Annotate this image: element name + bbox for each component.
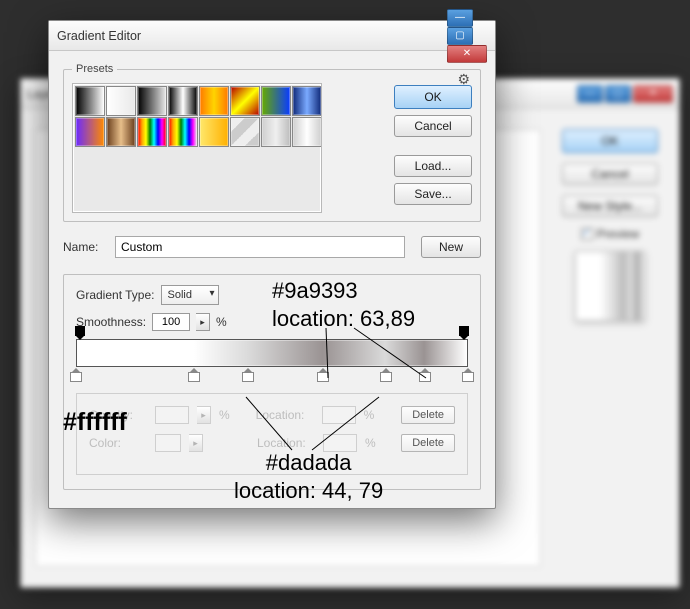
color-stepper: ▸	[189, 434, 203, 452]
minimize-icon[interactable]: —	[447, 9, 473, 27]
opacity-stop[interactable]	[74, 326, 86, 338]
preset-swatch[interactable]	[261, 117, 291, 147]
presets-group: Presets ⚙ OK Cancel Load... Save...	[63, 63, 481, 222]
gradient-strip[interactable]	[76, 339, 468, 367]
back-preview-checkbox[interactable]: Preview	[581, 227, 640, 241]
location-label: Location:	[256, 408, 314, 422]
close-icon[interactable]: ✕	[633, 85, 673, 103]
opacity-stop[interactable]	[458, 326, 470, 338]
smoothness-stepper[interactable]: ▸	[196, 313, 210, 331]
maximize-icon[interactable]: ▢	[447, 27, 473, 45]
preset-swatch[interactable]	[168, 117, 198, 147]
preset-swatch[interactable]	[75, 117, 105, 147]
delete-opacity-button[interactable]: Delete	[401, 406, 455, 424]
preset-swatch[interactable]	[168, 86, 198, 116]
type-select[interactable]: Solid	[161, 285, 219, 305]
type-label: Gradient Type:	[76, 288, 155, 302]
cancel-button[interactable]: Cancel	[394, 115, 472, 137]
save-button[interactable]: Save...	[394, 183, 472, 205]
color-stop[interactable]	[241, 368, 255, 382]
color-stop[interactable]	[69, 368, 83, 382]
opacity-stepper: ▸	[197, 406, 211, 424]
percent-label: %	[364, 408, 375, 422]
preview-label: Preview	[597, 227, 640, 241]
name-row: Name: New	[63, 236, 481, 258]
delete-color-button[interactable]: Delete	[401, 434, 455, 452]
maximize-icon[interactable]: ▢	[605, 85, 631, 103]
preset-swatch[interactable]	[230, 117, 260, 147]
back-ok-button[interactable]: OK	[562, 129, 658, 153]
preset-swatch[interactable]	[137, 86, 167, 116]
preset-swatch[interactable]	[199, 86, 229, 116]
titlebar[interactable]: Gradient Editor — ▢ ✕	[49, 21, 495, 51]
location-label: Location:	[257, 436, 315, 450]
back-cancel-button[interactable]: Cancel	[562, 163, 658, 185]
gradient-editor-dialog: Gradient Editor — ▢ ✕ Presets ⚙ OK Cance…	[48, 20, 496, 509]
preset-swatch[interactable]	[199, 117, 229, 147]
dialog-title: Gradient Editor	[57, 29, 447, 43]
opacity-label: Opacity:	[89, 408, 147, 422]
opacity-location-input	[322, 406, 356, 424]
preset-panel[interactable]	[72, 83, 322, 213]
ok-button[interactable]: OK	[394, 85, 472, 109]
color-stop[interactable]	[461, 368, 475, 382]
opacity-input	[155, 406, 189, 424]
window-buttons: — ▢ ✕	[447, 9, 487, 63]
color-stop[interactable]	[418, 368, 432, 382]
color-swatch	[155, 434, 181, 452]
presets-legend: Presets	[72, 63, 117, 75]
preset-swatch[interactable]	[230, 86, 260, 116]
minimize-icon[interactable]: —	[577, 85, 603, 103]
back-side-panel: OK Cancel New Style... Preview	[555, 129, 665, 567]
color-stop[interactable]	[379, 368, 393, 382]
preset-swatch[interactable]	[292, 117, 322, 147]
preset-swatch[interactable]	[261, 86, 291, 116]
smoothness-label: Smoothness:	[76, 315, 146, 329]
preset-swatch[interactable]	[106, 117, 136, 147]
load-button[interactable]: Load...	[394, 155, 472, 177]
gear-icon[interactable]: ⚙	[457, 71, 470, 88]
color-location-input	[323, 434, 357, 452]
preset-swatch[interactable]	[137, 117, 167, 147]
preset-swatch[interactable]	[75, 86, 105, 116]
gradient-strip-wrap	[76, 339, 468, 367]
new-button[interactable]: New	[421, 236, 481, 258]
percent-label: %	[216, 315, 227, 329]
color-stop[interactable]	[187, 368, 201, 382]
gradient-field: Gradient Type: Solid Smoothness: ▸ % Opa…	[63, 274, 481, 490]
smoothness-input[interactable]	[152, 313, 190, 331]
name-label: Name:	[63, 240, 107, 254]
back-window-buttons: — ▢ ✕	[577, 85, 673, 103]
close-icon[interactable]: ✕	[447, 45, 487, 63]
color-stop[interactable]	[316, 368, 330, 382]
preset-swatch[interactable]	[106, 86, 136, 116]
percent-label: %	[219, 408, 230, 422]
back-preview-swatch	[575, 251, 645, 321]
preset-swatch[interactable]	[292, 86, 322, 116]
name-input[interactable]	[115, 236, 405, 258]
stops-group: Opacity: ▸ % Location: % Delete Color: ▸…	[76, 393, 468, 475]
back-newstyle-button[interactable]: New Style...	[562, 195, 658, 217]
percent-label: %	[365, 436, 376, 450]
color-label: Color:	[89, 436, 147, 450]
